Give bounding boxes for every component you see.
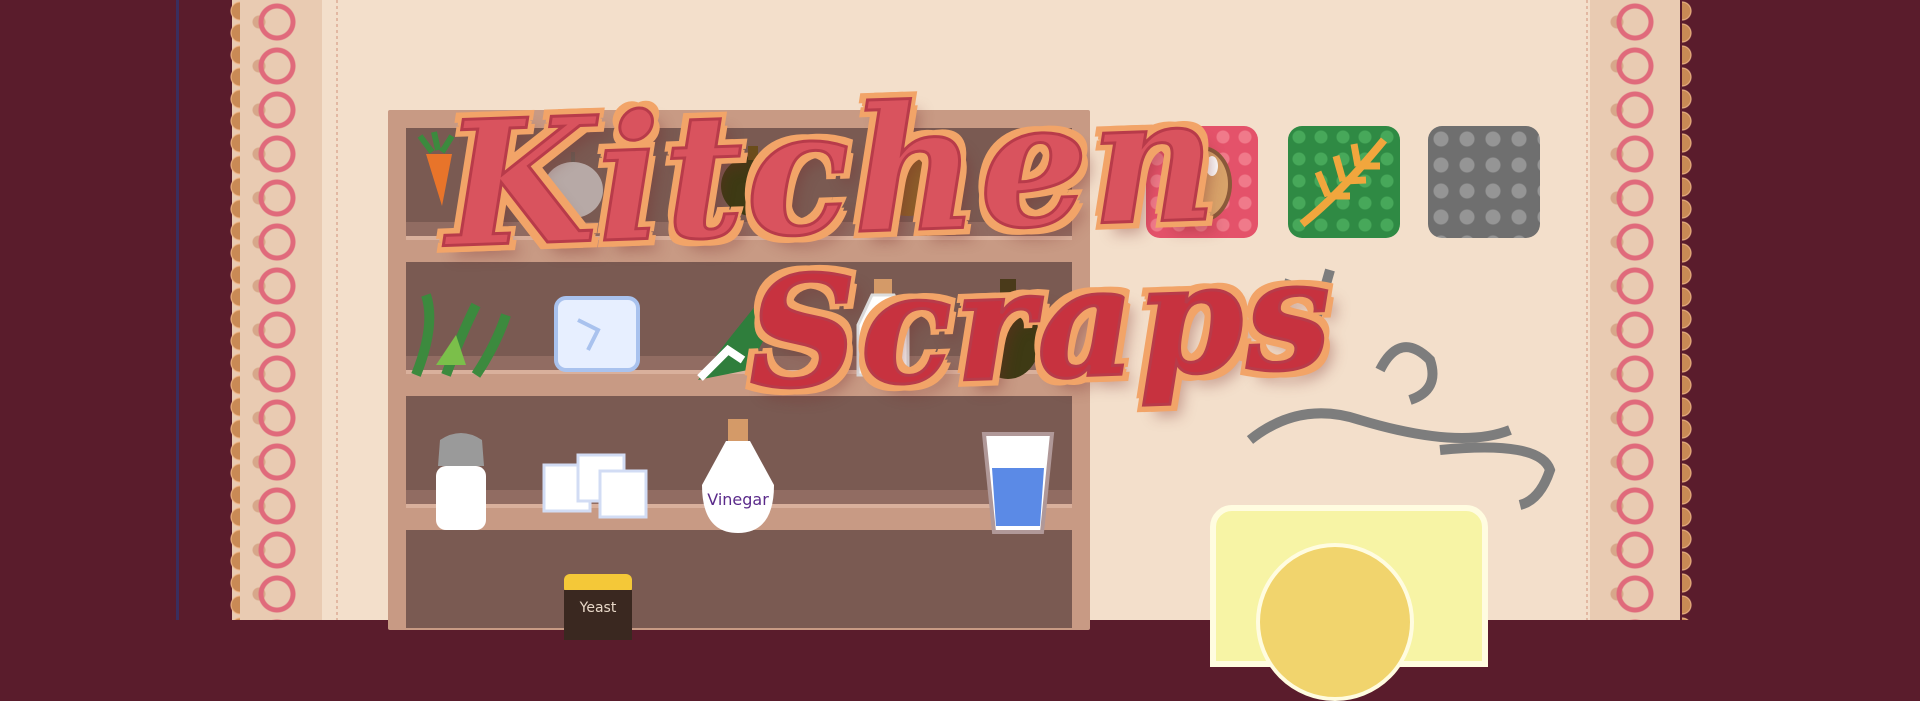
vinegar-bottle-icon[interactable]: Vinegar <box>688 415 788 540</box>
edge-line <box>176 0 179 620</box>
yeast-jar-icon[interactable]: Yeast <box>558 570 638 640</box>
scallop-edge-left <box>222 0 240 620</box>
game-title-line2: Scraps <box>744 222 1338 424</box>
sugar-cubes-icon[interactable] <box>538 445 658 535</box>
stitch-line-right <box>1586 0 1588 620</box>
game-screen: Vinegar Yeast Kitchen Scraps <box>0 0 1920 701</box>
herbs-icon[interactable] <box>406 285 516 380</box>
vinegar-label: Vinegar <box>707 490 769 509</box>
swirl-icon <box>1256 543 1414 701</box>
recipe-card[interactable] <box>1210 505 1488 701</box>
wheat-icon <box>1299 137 1388 228</box>
lace-border-right <box>1590 0 1680 620</box>
yeast-label: Yeast <box>579 600 617 616</box>
wheat-tile[interactable] <box>1288 126 1400 238</box>
lace-border-left <box>232 0 322 620</box>
water-glass-icon[interactable] <box>978 428 1058 538</box>
empty-tile[interactable] <box>1428 126 1540 238</box>
salt-shaker-icon[interactable] <box>426 430 496 535</box>
stitch-line-left <box>336 0 338 620</box>
scallop-edge-right <box>1682 0 1700 620</box>
ice-cube-icon[interactable] <box>548 290 648 380</box>
